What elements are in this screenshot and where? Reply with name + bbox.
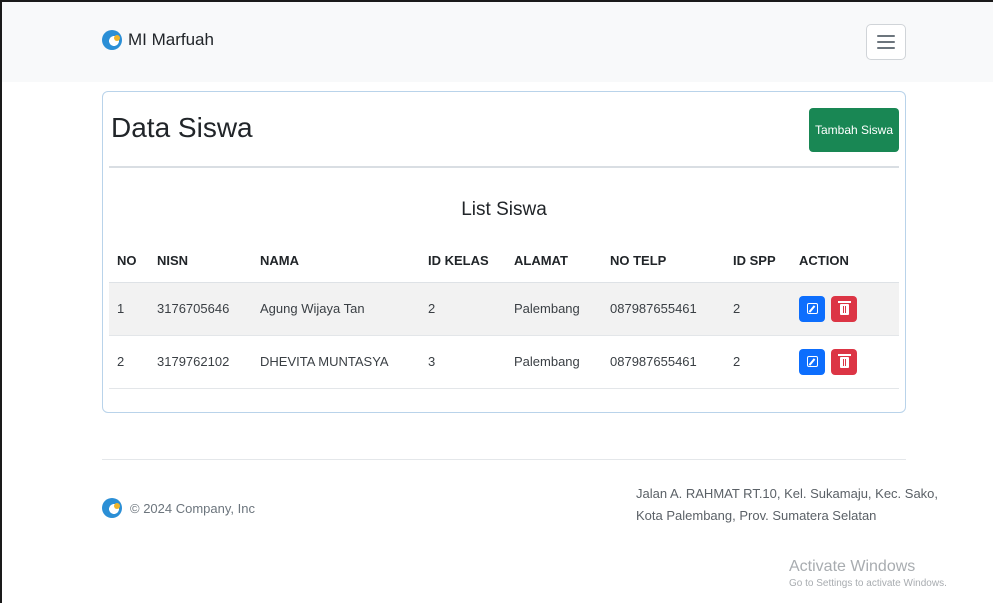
add-student-button[interactable]: Tambah Siswa xyxy=(809,108,899,152)
cell-id-kelas: 2 xyxy=(420,282,506,336)
navbar: MI Marfuah xyxy=(2,2,993,82)
cell-nama: Agung Wijaya Tan xyxy=(252,282,420,336)
cell-id-spp: 2 xyxy=(725,282,791,336)
trash-icon xyxy=(837,354,851,368)
watermark-subtitle: Go to Settings to activate Windows. xyxy=(789,578,947,589)
header-no: NO xyxy=(109,240,149,283)
table-row: 1 3176705646 Agung Wijaya Tan 2 Palemban… xyxy=(109,282,899,336)
cell-alamat: Palembang xyxy=(506,335,602,389)
header-nisn: NISN xyxy=(149,240,252,283)
hamburger-menu-icon xyxy=(877,35,895,37)
page-title: Data Siswa xyxy=(111,112,253,143)
cell-no: 2 xyxy=(109,335,149,389)
cell-id-kelas: 3 xyxy=(420,335,506,389)
cell-no: 1 xyxy=(109,282,149,336)
footer-divider xyxy=(102,459,906,460)
footer-brand: © 2024 Company, Inc xyxy=(102,498,255,518)
header-alamat: ALAMAT xyxy=(506,240,602,283)
address-line-1: Jalan A. RAHMAT RT.10, Kel. Sukamaju, Ke… xyxy=(636,486,939,501)
activate-windows-watermark: Activate Windows Go to Settings to activ… xyxy=(789,558,947,589)
header-nama: NAMA xyxy=(252,240,420,283)
header-id-kelas: ID KELAS xyxy=(420,240,506,283)
navbar-toggler-button[interactable] xyxy=(866,24,906,60)
delete-button[interactable] xyxy=(831,348,857,375)
cell-id-spp: 2 xyxy=(725,335,791,389)
cell-nisn: 3176705646 xyxy=(149,282,252,336)
table-row: 2 3179762102 DHEVITA MUNTASYA 3 Palemban… xyxy=(109,335,899,389)
cell-no-telp: 087987655461 xyxy=(602,282,725,336)
brand-name: MI Marfuah xyxy=(128,30,214,49)
cell-action xyxy=(791,282,899,336)
copyright-text: © 2024 Company, Inc xyxy=(130,500,255,516)
cell-nisn: 3179762102 xyxy=(149,335,252,389)
table-header-row: NO NISN NAMA ID KELAS ALAMAT NO TELP ID … xyxy=(109,240,899,283)
edit-button[interactable] xyxy=(799,348,825,375)
school-logo-icon xyxy=(102,30,122,50)
address-line-2: Kota Palembang, Prov. Sumatera Selatan xyxy=(636,508,877,523)
cell-nama: DHEVITA MUNTASYA xyxy=(252,335,420,389)
window-border-left xyxy=(0,0,2,603)
students-table: NO NISN NAMA ID KELAS ALAMAT NO TELP ID … xyxy=(109,240,899,389)
divider xyxy=(109,166,899,168)
edit-button[interactable] xyxy=(799,295,825,322)
header-no-telp: NO TELP xyxy=(602,240,725,283)
footer-logo-icon[interactable] xyxy=(102,498,122,518)
footer-address: Jalan A. RAHMAT RT.10, Kel. Sukamaju, Ke… xyxy=(636,483,938,527)
header-id-spp: ID SPP xyxy=(725,240,791,283)
edit-icon xyxy=(806,303,818,314)
cell-action xyxy=(791,335,899,389)
list-title: List Siswa xyxy=(461,199,547,220)
data-siswa-card: Data Siswa Tambah Siswa List Siswa NO NI… xyxy=(102,91,906,413)
watermark-title: Activate Windows xyxy=(789,558,916,575)
trash-icon xyxy=(837,301,851,315)
edit-icon xyxy=(806,356,818,367)
delete-button[interactable] xyxy=(831,295,857,322)
cell-no-telp: 087987655461 xyxy=(602,335,725,389)
cell-alamat: Palembang xyxy=(506,282,602,336)
brand-link[interactable]: MI Marfuah xyxy=(102,30,214,50)
header-action: ACTION xyxy=(791,240,899,283)
